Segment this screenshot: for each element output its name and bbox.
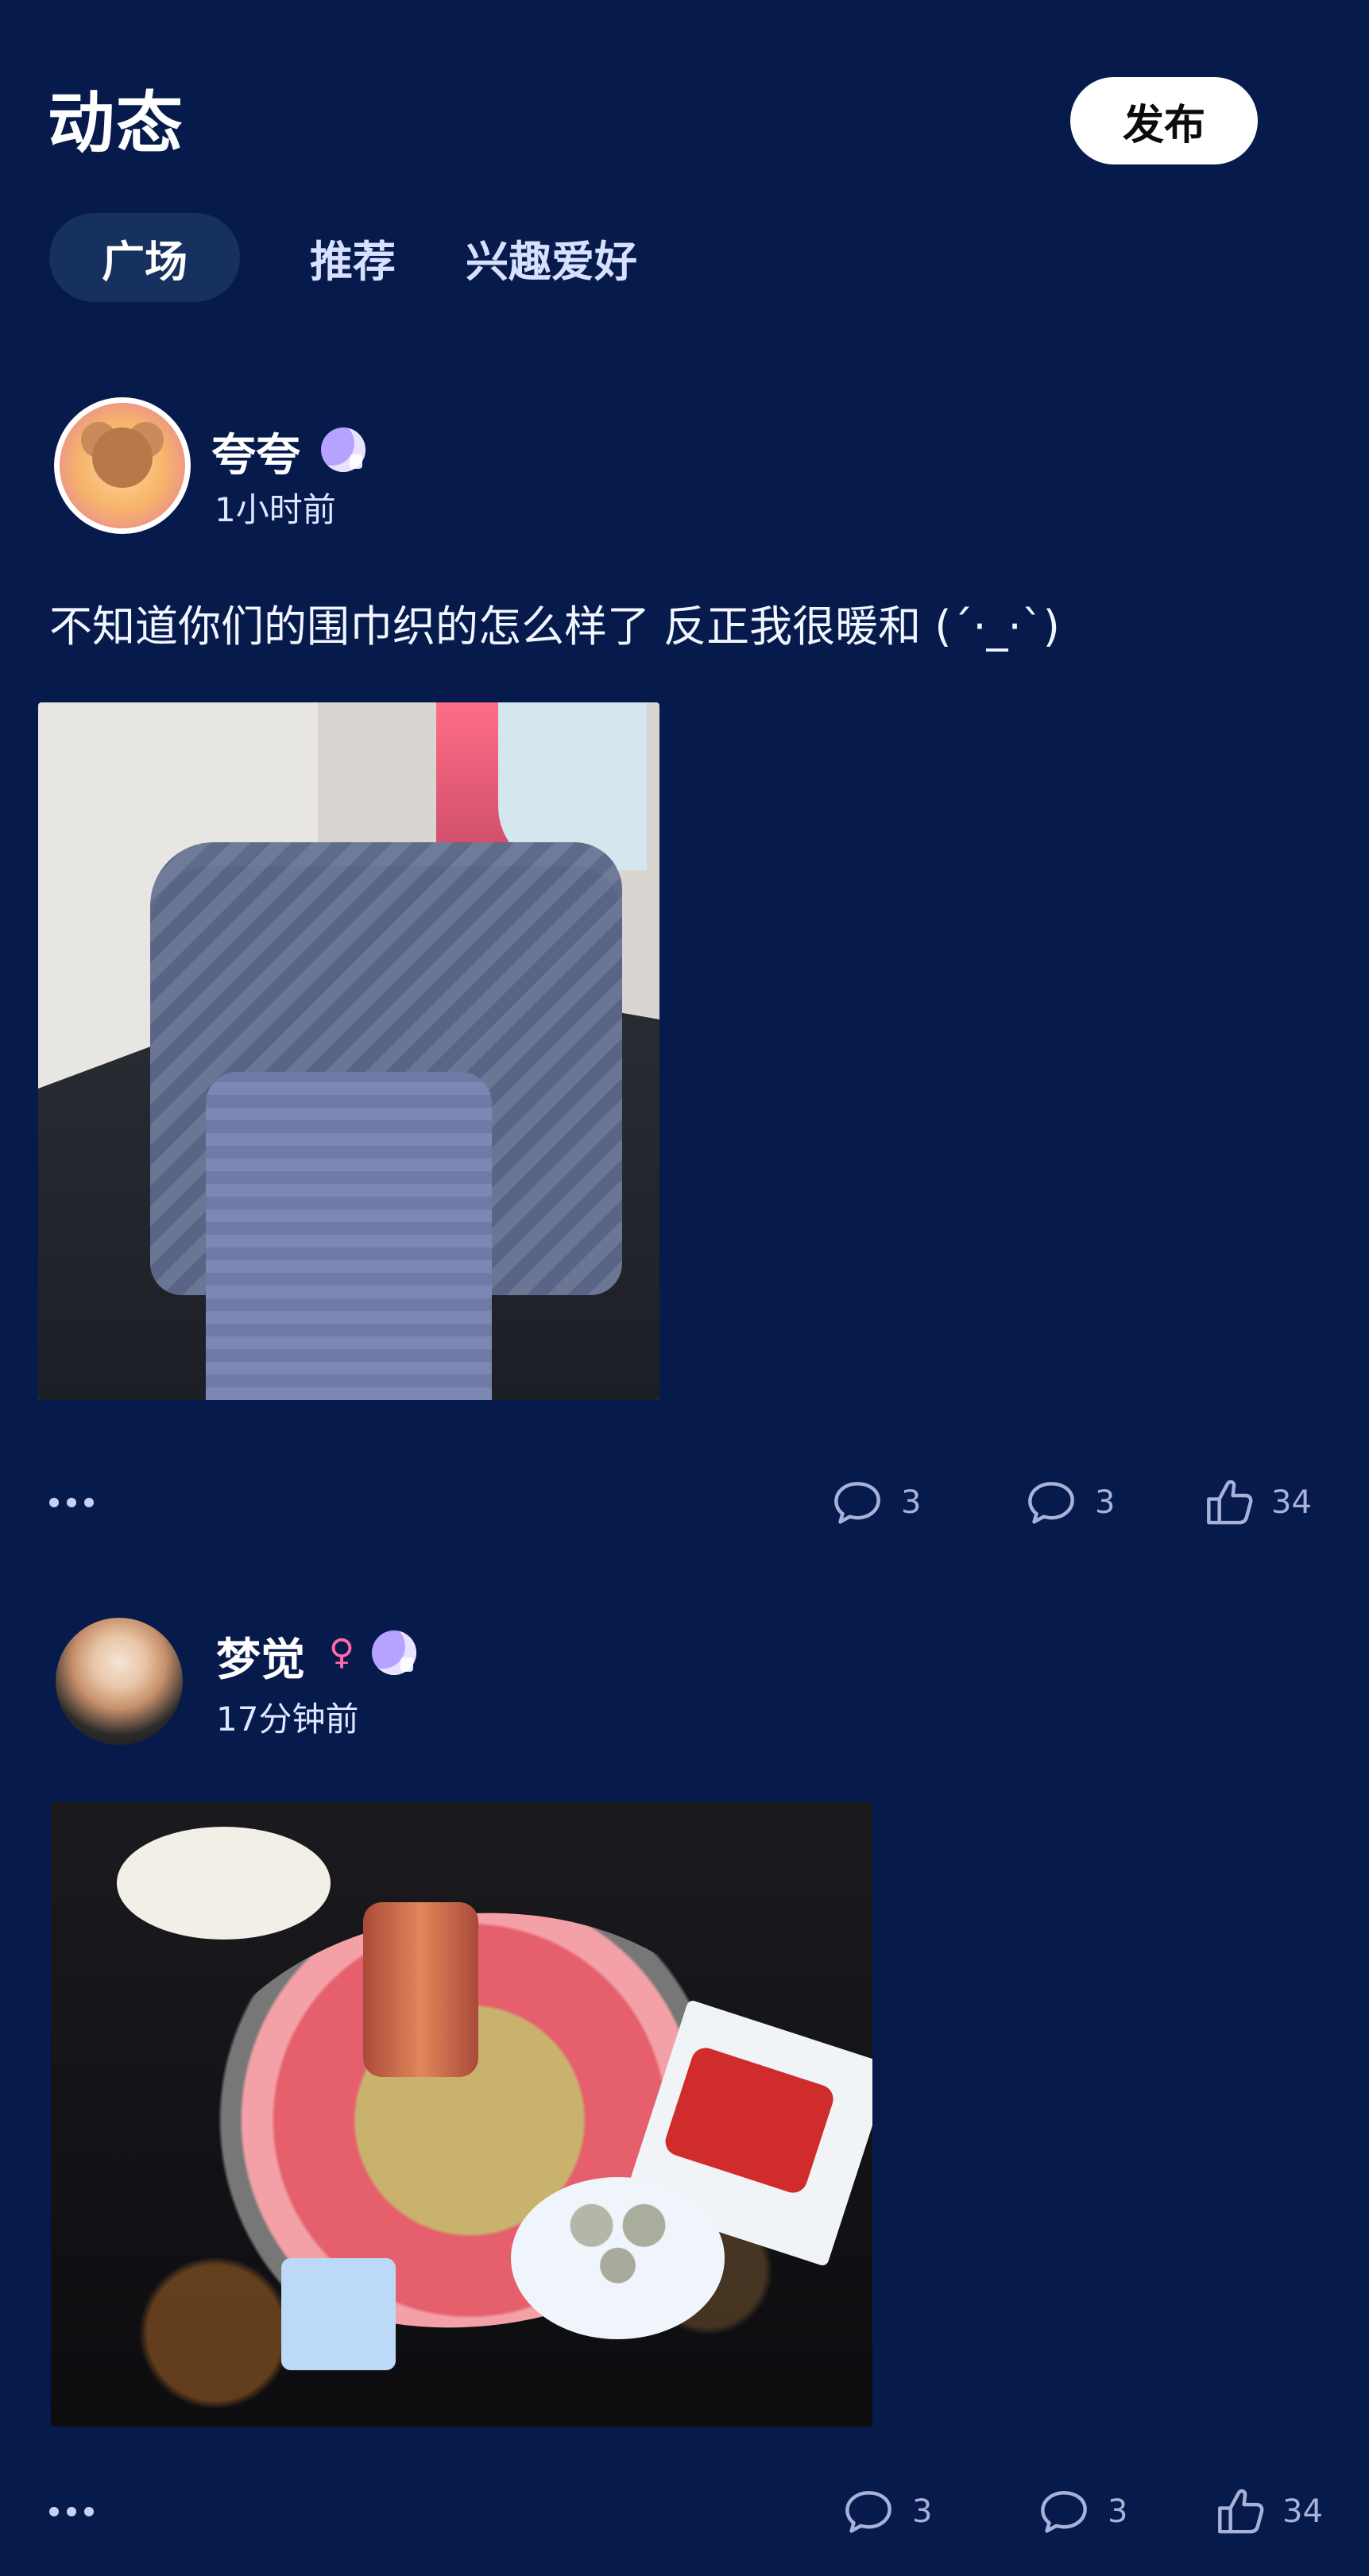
tab-recommend[interactable]: 推荐	[310, 213, 396, 302]
post-time: 17分钟前	[216, 1700, 359, 1739]
publish-button[interactable]: 发布	[1070, 77, 1258, 164]
comment-count: 3	[901, 1484, 922, 1521]
post-image[interactable]	[51, 1802, 872, 2427]
avatar[interactable]	[56, 1618, 183, 1745]
like-button[interactable]: 34	[1209, 2476, 1323, 2547]
comment-icon	[834, 1482, 880, 1524]
image-plate-left	[116, 1827, 331, 1940]
moon-badge-icon	[321, 427, 365, 472]
like-count: 34	[1282, 2493, 1323, 2530]
comment-count-secondary: 3	[1095, 1484, 1116, 1521]
comment-icon	[845, 2491, 891, 2533]
comment-icon	[1041, 2491, 1087, 2533]
comment-count: 3	[912, 2493, 933, 2530]
more-options-icon[interactable]	[49, 1467, 113, 1538]
avatar-face	[92, 427, 153, 488]
like-count: 34	[1271, 1484, 1312, 1521]
like-button[interactable]: 34	[1198, 1467, 1312, 1538]
tab-interests[interactable]: 兴趣爱好	[466, 213, 637, 302]
more-options-icon[interactable]	[49, 2476, 113, 2547]
tab-bar: 广场 推荐 兴趣爱好	[49, 213, 637, 302]
thumbs-up-icon	[1218, 2489, 1264, 2534]
secondary-comment-button[interactable]: 3	[1034, 2476, 1127, 2547]
secondary-comment-button[interactable]: 3	[1022, 1467, 1115, 1538]
social-feed-page: 动态 发布 广场 推荐 兴趣爱好 夸夸 1小时前 不知道你们的围巾织的怎么样了 …	[0, 0, 1369, 2576]
post-actions: 3 3 34	[0, 2476, 1369, 2547]
post-username[interactable]: 梦觉	[216, 1624, 305, 1688]
image-cup	[280, 2257, 396, 2371]
tab-square[interactable]: 广场	[49, 213, 240, 302]
post-image[interactable]	[38, 702, 659, 1400]
comment-count-secondary: 3	[1108, 2493, 1128, 2530]
comment-button[interactable]: 3	[828, 1467, 921, 1538]
page-title: 动态	[48, 84, 185, 162]
thumbs-up-icon	[1207, 1479, 1253, 1525]
post-actions: 3 3 34	[0, 1467, 1369, 1538]
avatar[interactable]	[54, 397, 191, 534]
comment-button[interactable]: 3	[839, 2476, 932, 2547]
image-meatballs	[551, 2195, 684, 2296]
post-username[interactable]: 夸夸	[211, 420, 300, 484]
moon-badge-icon	[372, 1630, 416, 1675]
post-text: 不知道你们的围巾织的怎么样了 反正我很暖和 (´·_·`)	[49, 601, 1060, 652]
post-time: 1小时前	[215, 490, 336, 529]
female-symbol-icon: ♀	[328, 1632, 355, 1673]
image-scarf-drop	[206, 1072, 492, 1400]
comment-icon	[1028, 1482, 1074, 1524]
image-hotpot	[362, 1901, 478, 2077]
